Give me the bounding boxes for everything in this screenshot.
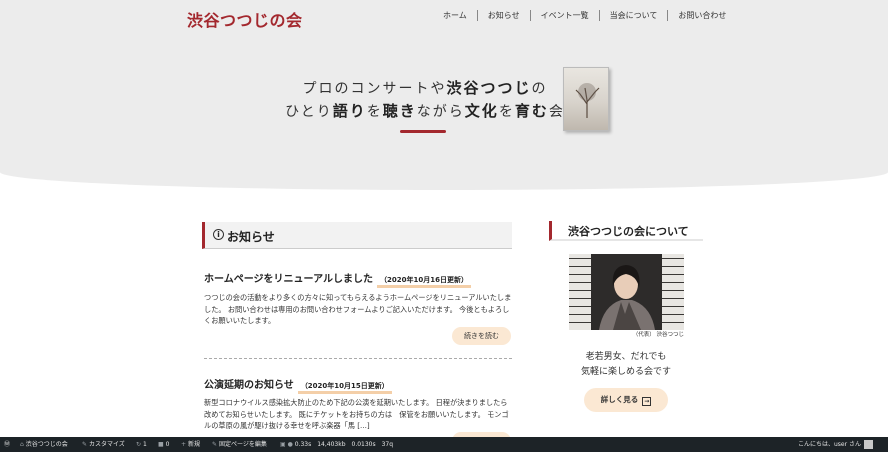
refresh-icon: ↻ — [136, 441, 142, 448]
hero-underline — [400, 130, 446, 133]
brush-icon: ✎ — [82, 441, 88, 448]
post-title[interactable]: ホームページをリニューアルしました （2020年10月16日更新） — [204, 270, 471, 288]
hero-text: ひとり — [285, 104, 333, 120]
tree-illustration — [575, 83, 600, 118]
main-nav: ホーム お知らせ イベント一覧 当会について お問い合わせ — [433, 10, 736, 21]
admin-new-link[interactable]: + 新規 — [181, 437, 200, 452]
hero-text-bold: 聴き — [382, 102, 417, 120]
admin-comments-count[interactable]: 0 — [166, 441, 170, 448]
hero-text: の — [531, 81, 548, 97]
post-excerpt: つつじの会の活動をより多くの方々に知ってもらえるようホームページをリニューアルい… — [204, 293, 512, 326]
post-title[interactable]: 公演延期のお知らせ （2020年10月15日更新） — [204, 376, 392, 394]
hero-text: を — [498, 104, 515, 120]
pencil-icon: ✎ — [212, 441, 218, 448]
admin-edit-label[interactable]: 固定ページを編集 — [219, 441, 267, 448]
photo-caption: （代表） 渋谷つつじ — [632, 332, 684, 338]
hero-text: を — [366, 104, 383, 120]
admin-new-label[interactable]: 新規 — [188, 441, 200, 448]
admin-edit-link[interactable]: ✎ 固定ページを編集 — [212, 437, 267, 452]
hero-text-bold: 語り — [332, 102, 367, 120]
hero-text-bold: 文化 — [464, 102, 499, 120]
admin-site-link[interactable]: ⌂ 渋谷つつじの会 — [20, 437, 68, 452]
news-heading-title: お知らせ — [227, 230, 275, 244]
hero-text: プロのコンサートや — [302, 81, 447, 97]
person-figure — [599, 265, 655, 330]
details-button-label[interactable]: 詳しく見る — [601, 395, 639, 404]
book-cover-image — [563, 67, 609, 131]
post-divider — [204, 358, 512, 359]
wordpress-logo-icon[interactable]: Ⓦ — [4, 437, 10, 452]
post-date: （2020年10月15日更新） — [297, 382, 392, 394]
about-text: 気軽に楽しめる会です — [580, 367, 671, 377]
site-logo[interactable]: 渋谷つつじの会 — [187, 7, 303, 31]
gauge-icon: ▣ ● — [280, 441, 293, 448]
admin-site-name[interactable]: 渋谷つつじの会 — [26, 441, 68, 448]
post-excerpt: 新型コロナウイルス感染拡大防止のため下記の公演を延期いたします。 日程が決まりま… — [204, 398, 509, 431]
hero-text: ながら — [416, 104, 465, 120]
home-icon: ⌂ — [20, 441, 24, 448]
comment-icon: ■ — [158, 441, 164, 448]
post-title-text[interactable]: ホームページをリニューアルしました — [204, 274, 373, 285]
nav-news[interactable]: お知らせ — [476, 10, 530, 21]
about-text: 老若男女、だれでも — [585, 352, 667, 362]
post-title-text[interactable]: 公演延期のお知らせ — [204, 380, 294, 391]
user-avatar[interactable] — [864, 440, 873, 449]
admin-customize-label[interactable]: カスタマイズ — [89, 441, 125, 448]
hero-tagline-1: プロのコンサートや渋谷つつじの — [0, 77, 850, 98]
nav-home[interactable]: ホーム — [433, 10, 477, 21]
site-header: 渋谷つつじの会 ホーム お知らせ イベント一覧 当会について お問い合わせ プロ… — [0, 0, 888, 190]
plus-icon: + — [181, 441, 187, 448]
admin-updates-link[interactable]: ↻ 1 — [136, 437, 147, 452]
hero-tagline-2: ひとり語りを聴きながら文化を育む会 — [0, 100, 850, 121]
admin-stats-text: 0.33s 14,403kb 0.0130s 37q — [294, 441, 394, 448]
hero-text-bold: 育む — [514, 102, 549, 120]
news-heading: i お知らせ — [202, 222, 512, 249]
arrow-right-box-icon: → — [642, 397, 652, 406]
representative-photo — [569, 254, 684, 330]
post-date: （2020年10月16日更新） — [377, 276, 471, 288]
admin-greeting[interactable]: こんにちは、user さん — [798, 437, 861, 452]
admin-comments-link[interactable]: ■ 0 — [158, 437, 169, 452]
about-heading: 渋谷つつじの会について — [549, 221, 703, 241]
wp-admin-bar: Ⓦ ⌂ 渋谷つつじの会 ✎ カスタマイズ ↻ 1 ■ 0 + 新規 ✎ 固定ペー… — [0, 437, 888, 452]
info-circle-icon: i — [213, 229, 224, 240]
nav-contact[interactable]: お問い合わせ — [667, 10, 736, 21]
admin-updates-count[interactable]: 1 — [143, 441, 147, 448]
details-button[interactable]: 詳しく見る → — [584, 388, 668, 412]
admin-stats[interactable]: ▣ ● 0.33s 14,403kb 0.0130s 37q — [280, 437, 393, 452]
admin-customize-link[interactable]: ✎ カスタマイズ — [82, 437, 125, 452]
nav-events[interactable]: イベント一覧 — [529, 10, 599, 21]
about-heading-title: 渋谷つつじの会について — [568, 225, 689, 238]
read-more-button[interactable]: 続きを読む — [452, 327, 511, 345]
hero-text-bold: 渋谷つつじ — [446, 79, 532, 97]
nav-about[interactable]: 当会について — [598, 10, 668, 21]
